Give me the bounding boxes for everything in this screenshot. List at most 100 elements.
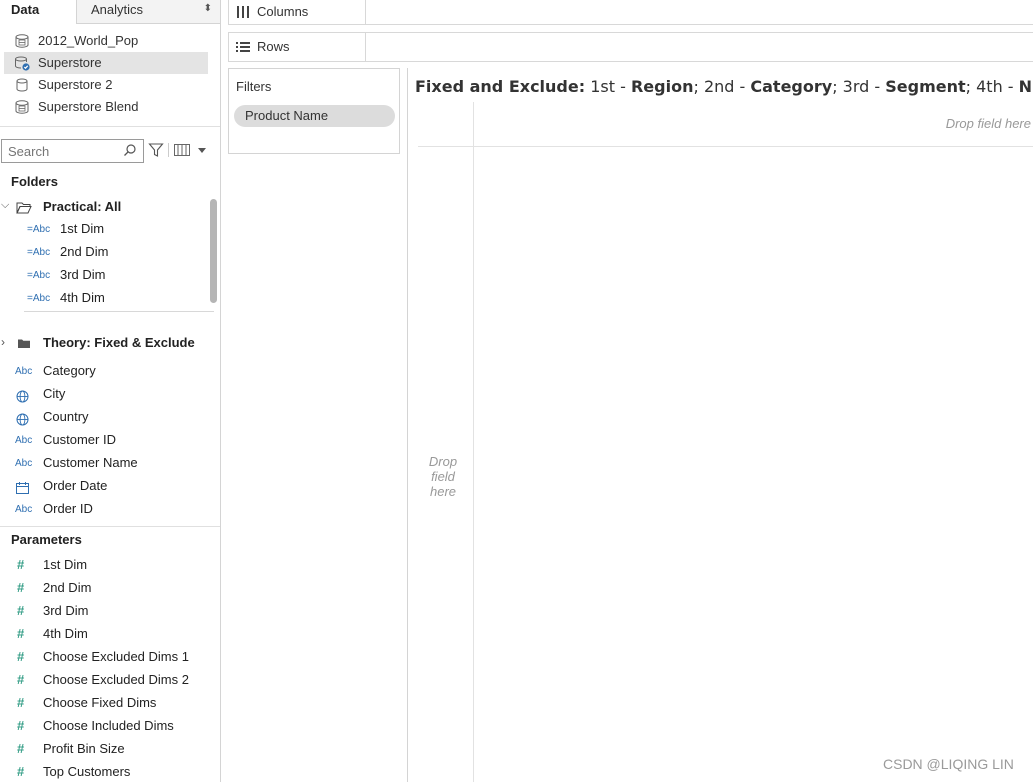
columns-shelf-label: Columns (229, 0, 366, 24)
field-label: 4th Dim (43, 626, 88, 641)
calc-string-icon: =Abc (27, 270, 51, 281)
parameter-1st-dim[interactable]: # 1st Dim (0, 556, 205, 578)
multi-table-icon (15, 100, 29, 114)
hash-icon: # (17, 672, 25, 687)
filter-pill-product-name[interactable]: Product Name (234, 105, 395, 127)
drop-field-columns[interactable]: Drop field here (946, 116, 1031, 131)
drop-field-rows[interactable]: Drop field here (418, 454, 468, 499)
title-prefix: Fixed and Exclude: (415, 77, 586, 96)
abc-icon: Abc (15, 504, 33, 515)
filters-card[interactable]: Filters Product Name (228, 68, 400, 154)
field-country[interactable]: Country (0, 408, 205, 430)
tab-data[interactable]: Data (0, 0, 77, 24)
divider (0, 126, 220, 127)
globe-icon (16, 390, 29, 403)
field-label: City (43, 386, 66, 401)
drop-text: here (429, 484, 457, 499)
abc-icon: Abc (15, 435, 33, 446)
scrollbar[interactable] (210, 199, 217, 303)
field-label: 3rd Dim (43, 603, 89, 618)
datasource-2012-world-pop[interactable]: 2012_World_Pop (4, 30, 208, 52)
hash-icon: # (17, 718, 25, 733)
search-field[interactable] (1, 139, 144, 163)
field-label: Category (43, 363, 96, 378)
field-4th-dim[interactable]: =Abc 4th Dim (0, 289, 205, 311)
parameter-choose-excluded-dims-2[interactable]: # Choose Excluded Dims 2 (0, 671, 205, 693)
field-3rd-dim[interactable]: =Abc 3rd Dim (0, 266, 205, 288)
field-label: Order ID (43, 501, 93, 516)
parameter-3rd-dim[interactable]: # 3rd Dim (0, 602, 205, 624)
view-canvas[interactable]: Fixed and Exclude: 1st - Region; 2nd - C… (407, 68, 1033, 782)
field-label: Profit Bin Size (43, 741, 125, 756)
calc-string-icon: =Abc (27, 247, 51, 258)
calc-string-icon: =Abc (27, 293, 51, 304)
datasource-superstore-blend[interactable]: Superstore Blend (4, 96, 208, 118)
hash-icon: # (17, 626, 25, 641)
parameter-choose-included-dims[interactable]: # Choose Included Dims (0, 717, 205, 739)
rows-shelf[interactable]: Rows (228, 32, 1033, 62)
title-bold: Null (1018, 77, 1033, 96)
pane-tabs: Data Analytics ⬍ (0, 0, 220, 24)
hash-icon: # (17, 649, 25, 664)
folder-theory-fixed-exclude[interactable]: › Theory: Fixed & Exclude (0, 333, 210, 355)
field-label: 1st Dim (60, 221, 105, 236)
field-category[interactable]: Abc Category (0, 362, 205, 384)
multi-table-icon (15, 34, 29, 48)
title-bold: Category (750, 77, 833, 96)
tab-analytics[interactable]: Analytics ⬍ (77, 0, 220, 24)
rows-icon (236, 42, 250, 52)
field-1st-dim[interactable]: =Abc 1st Dim (0, 220, 205, 242)
parameter-top-customers[interactable]: # Top Customers (0, 763, 205, 782)
field-customer-id[interactable]: Abc Customer ID (0, 431, 205, 453)
chevron-down-icon[interactable] (197, 146, 207, 154)
field-label: 3rd Dim (60, 267, 106, 282)
watermark: CSDN @LIQING LIN (883, 756, 1014, 772)
search-input[interactable] (8, 141, 118, 161)
field-label: Customer ID (43, 432, 116, 447)
field-label: Choose Excluded Dims 2 (43, 672, 189, 687)
filters-title: Filters (236, 79, 272, 94)
parameter-4th-dim[interactable]: # 4th Dim (0, 625, 205, 647)
title-text: ; 2nd - (693, 77, 751, 96)
parameter-choose-excluded-dims-1[interactable]: # Choose Excluded Dims 1 (0, 648, 205, 670)
tab-analytics-label: Analytics (91, 2, 144, 17)
chevron-down-icon[interactable]: ⌵ (1, 199, 9, 212)
title-bold: Segment (885, 77, 966, 96)
datasource-superstore[interactable]: Superstore (4, 52, 208, 74)
view-list-icon[interactable] (174, 144, 190, 156)
folder-label: Practical: All (43, 199, 122, 214)
datasource-superstore-2[interactable]: Superstore 2 (4, 74, 208, 96)
columns-shelf[interactable]: Columns (228, 0, 1033, 25)
datasource-label: 2012_World_Pop (38, 33, 139, 48)
field-label: Top Customers (43, 764, 131, 779)
datasource-label: Superstore 2 (38, 77, 113, 92)
parameter-choose-fixed-dims[interactable]: # Choose Fixed Dims (0, 694, 205, 716)
field-label: 2nd Dim (60, 244, 109, 259)
field-2nd-dim[interactable]: =Abc 2nd Dim (0, 243, 205, 265)
field-label: Choose Included Dims (43, 718, 174, 733)
hash-icon: # (17, 741, 25, 756)
abc-icon: Abc (15, 458, 33, 469)
calendar-icon (16, 482, 29, 494)
field-city[interactable]: City (0, 385, 205, 407)
field-label: 2nd Dim (43, 580, 92, 595)
field-label: 1st Dim (43, 557, 88, 572)
parameter-2nd-dim[interactable]: # 2nd Dim (0, 579, 205, 601)
field-customer-name[interactable]: Abc Customer Name (0, 454, 205, 476)
folders-heading: Folders (11, 174, 58, 189)
search-icon (124, 144, 136, 156)
parameter-profit-bin-size[interactable]: # Profit Bin Size (0, 740, 205, 762)
hash-icon: # (17, 557, 25, 572)
filter-icon[interactable] (148, 142, 164, 158)
globe-icon (16, 413, 29, 426)
datasource-label: Superstore Blend (38, 99, 139, 114)
field-order-id[interactable]: Abc Order ID (0, 500, 205, 522)
field-label: Order Date (43, 478, 108, 493)
field-order-date[interactable]: Order Date (0, 477, 205, 499)
sheet-title[interactable]: Fixed and Exclude: 1st - Region; 2nd - C… (415, 77, 1033, 96)
field-label: Choose Excluded Dims 1 (43, 649, 189, 664)
up-down-arrow-icon[interactable]: ⬍ (204, 3, 212, 14)
chevron-right-icon[interactable]: › (1, 335, 5, 349)
field-label: Country (43, 409, 89, 424)
folder-practical-all[interactable]: ⌵ Practical: All (0, 197, 210, 219)
